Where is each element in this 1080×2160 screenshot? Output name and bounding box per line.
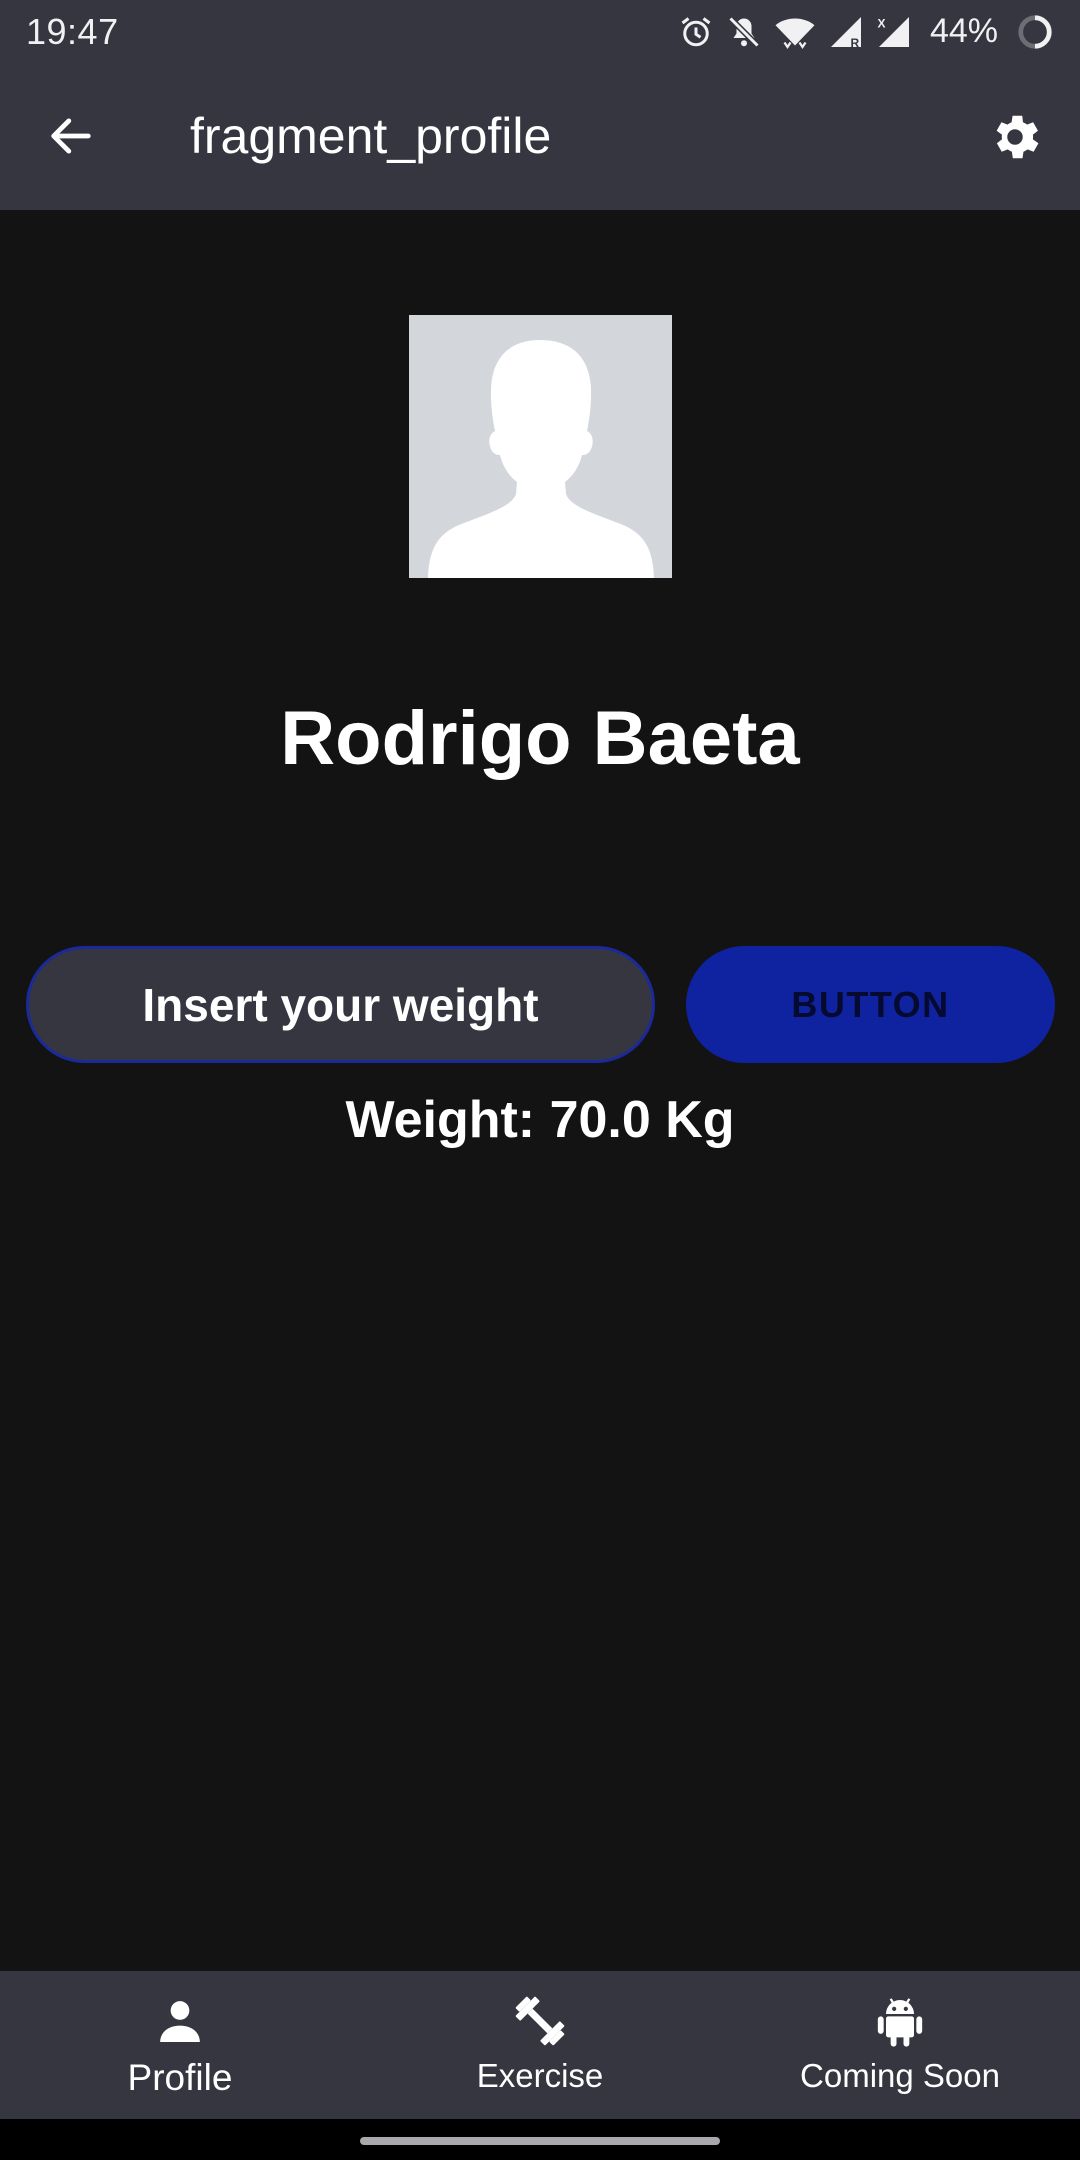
alarm-icon — [681, 16, 711, 46]
svg-text:X: X — [877, 16, 885, 30]
arrow-left-icon[interactable] — [42, 110, 100, 162]
status-bar: 19:47 R X 44% — [0, 0, 1080, 63]
signal-x-icon: X — [877, 16, 909, 47]
home-gesture-handle[interactable] — [360, 2137, 720, 2145]
signal-roaming-icon: R — [830, 16, 861, 50]
nav-item-coming-soon[interactable]: Coming Soon — [720, 1971, 1080, 2119]
weight-input-label: Insert your weight — [142, 978, 539, 1031]
status-time: 19:47 — [26, 10, 119, 52]
bell-off-icon — [728, 15, 760, 48]
bottom-nav: Profile Exercise Coming Soon — [0, 1971, 1080, 2119]
nav-item-profile[interactable]: Profile — [0, 1971, 360, 2119]
person-silhouette-icon — [428, 340, 654, 578]
gear-icon[interactable] — [986, 108, 1044, 166]
avatar[interactable] — [409, 315, 672, 578]
wifi-icon — [775, 18, 815, 49]
nav-label-exercise: Exercise — [476, 2057, 604, 2094]
page-title: fragment_profile — [190, 108, 552, 164]
weight-readout: Weight: 70.0 Kg — [345, 1091, 735, 1149]
android-icon — [877, 1998, 923, 2047]
status-icons: R X 44% — [678, 12, 1054, 51]
nav-label-coming-soon: Coming Soon — [800, 2057, 1000, 2094]
submit-weight-button-label: BUTTON — [791, 983, 950, 1025]
dumbbell-icon — [515, 1996, 565, 2046]
svg-text:R: R — [850, 36, 859, 50]
battery-percent: 44% — [929, 12, 998, 50]
nav-item-exercise[interactable]: Exercise — [360, 1971, 720, 2119]
person-icon — [160, 2001, 200, 2042]
nav-label-profile: Profile — [127, 2057, 233, 2098]
battery-ring-icon — [1018, 14, 1052, 49]
app-bar: fragment_profile — [0, 63, 1080, 210]
submit-weight-button[interactable]: BUTTON — [686, 946, 1055, 1063]
weight-input[interactable]: Insert your weight — [26, 946, 655, 1063]
profile-name: Rodrigo Baeta — [280, 696, 800, 781]
